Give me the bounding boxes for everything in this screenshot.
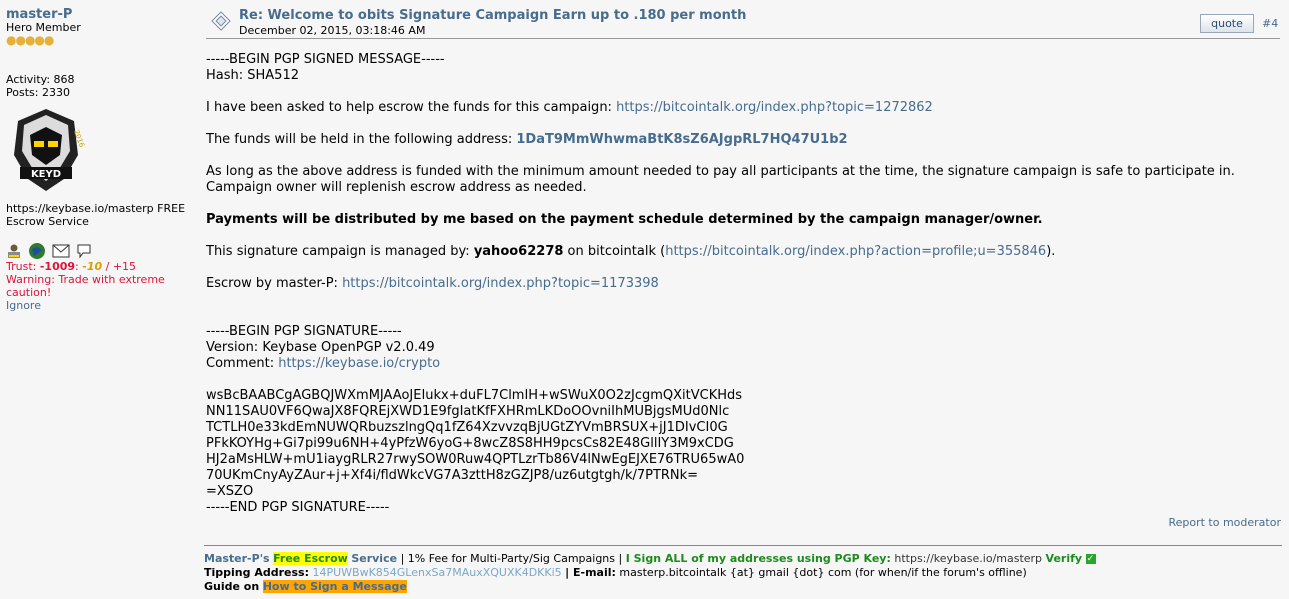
poster-activity: Activity: 868 xyxy=(6,73,75,86)
escrowby-topic-link[interactable]: https://bitcointalk.org/index.php?topic=… xyxy=(342,276,659,291)
funded-line-1: As long as the above address is funded w… xyxy=(206,164,1235,179)
post-topic-icon xyxy=(211,11,231,31)
quote-button[interactable]: quote xyxy=(1200,14,1254,33)
tipping-label: Tipping Address: xyxy=(204,566,309,579)
post-body: -----BEGIN PGP SIGNED MESSAGE----- Hash:… xyxy=(206,52,1280,516)
pgp-sig-line: =XSZO xyxy=(206,484,254,499)
funds-intro: The funds will be held in the following … xyxy=(206,132,513,147)
escrowby-intro: Escrow by master-P: xyxy=(206,276,338,291)
pgp-begin: -----BEGIN PGP SIGNED MESSAGE----- xyxy=(206,52,445,67)
avatar-text: KEYD xyxy=(31,169,61,180)
pgp-version: Version: Keybase OpenPGP v2.0.49 xyxy=(206,340,435,355)
poster-posts: Posts: 2330 xyxy=(6,86,70,99)
profile-icon[interactable] xyxy=(6,243,22,259)
manager-profile-link[interactable]: https://bitcointalk.org/index.php?action… xyxy=(665,244,1046,259)
free-escrow-link[interactable]: Free Escrow xyxy=(273,552,348,565)
trust-warning-cont: caution! xyxy=(6,286,52,299)
post-subject-link[interactable]: Re: Welcome to obits Signature Campaign … xyxy=(239,8,746,23)
verified-check-icon: ✓ xyxy=(1085,554,1096,564)
sig-owner: Master-P's xyxy=(204,552,270,565)
trust-label: Trust: xyxy=(6,260,37,273)
funds-address-link[interactable]: 1DaT9MmWhwmaBtK8sZ6AJgpRL7HQ47U1b2 xyxy=(516,132,847,147)
trust-positive: / +15 xyxy=(105,260,137,273)
trust-separator: : xyxy=(75,260,79,273)
report-to-moderator-link[interactable]: Report to moderator xyxy=(1168,516,1281,529)
sig-verify: Verify xyxy=(1045,552,1083,565)
poster-icons xyxy=(6,242,196,260)
post-number-link[interactable]: #4 xyxy=(1262,17,1278,30)
post-date: December 02, 2015, 03:18:46 AM xyxy=(239,24,426,37)
trust-recent: -10 xyxy=(82,260,103,273)
website-globe-icon[interactable] xyxy=(28,242,46,260)
post: Re: Welcome to obits Signature Campaign … xyxy=(206,8,1280,516)
ignore-link[interactable]: Ignore xyxy=(6,299,41,312)
personal-message-icon[interactable] xyxy=(76,243,92,259)
pgp-sig-line: NN11SAU0VF6QwaJX8FQREjXWD1E9fgIatKfFXHRm… xyxy=(206,404,730,419)
pgp-sig-line: TCTLH0e33kdEmNUWQRbuzszlngQq1fZ64XzvvzqB… xyxy=(206,420,728,435)
managed-end: ). xyxy=(1046,244,1056,259)
email-label: | E-mail: xyxy=(565,566,616,579)
sign-message-guide-link[interactable]: How to Sign a Message xyxy=(262,580,407,593)
tipping-address-link[interactable]: 14PUWBwK854GLenxSa7MAuxXQUXK4DKKi5 xyxy=(312,566,561,579)
managed-mid: on bitcointalk ( xyxy=(567,244,666,259)
poster-name-link[interactable]: master-P xyxy=(6,7,72,22)
email-value: masterp.bitcointalk {at} gmail {dot} com… xyxy=(619,566,1027,579)
pgp-comment: Comment: https://keybase.io/crypto xyxy=(206,356,1280,372)
poster-info: master-P Hero Member ●●●●● Activity: 868… xyxy=(6,8,196,312)
pgp-sig-line: wsBcBAABCgAGBQJWXmMJAAoJEIukx+duFL7ClmIH… xyxy=(206,388,743,403)
trust-negative: -1009 xyxy=(39,260,76,273)
avatar: KEYD 2016 xyxy=(14,109,86,191)
keybase-masterp-link[interactable]: https://keybase.io/masterp xyxy=(894,552,1042,565)
sig-service: Service xyxy=(351,552,398,565)
escrow-topic-link[interactable]: https://bitcointalk.org/index.php?topic=… xyxy=(616,100,933,115)
rank-stars-icon: ●●●●● xyxy=(6,33,54,47)
personal-text-line: Escrow Service xyxy=(6,215,89,228)
pgp-sig-begin: -----BEGIN PGP SIGNATURE----- xyxy=(206,324,402,339)
guide-label: Guide on xyxy=(204,580,260,593)
escrowby-paragraph: Escrow by master-P: https://bitcointalk.… xyxy=(206,276,1280,292)
user-signature: Master-P's Free Escrow Service | 1% Fee … xyxy=(204,545,1282,594)
escrow-paragraph: I have been asked to help escrow the fun… xyxy=(206,100,1280,116)
funds-paragraph: The funds will be held in the following … xyxy=(206,132,1280,148)
personal-text-line: https://keybase.io/masterp FREE xyxy=(6,202,186,215)
sig-fee: | 1% Fee for Multi-Party/Sig Campaigns | xyxy=(400,552,623,565)
managed-intro: This signature campaign is managed by: xyxy=(206,244,470,259)
post-header: Re: Welcome to obits Signature Campaign … xyxy=(206,8,1280,39)
pgp-sig-line: 70UKmCnyAyZAur+j+Xf4i/fldWkcVG7A3zttH8zG… xyxy=(206,468,699,483)
escrow-intro: I have been asked to help escrow the fun… xyxy=(206,100,612,115)
email-icon[interactable] xyxy=(52,244,70,258)
payments-paragraph: Payments will be distributed by me based… xyxy=(206,212,1043,227)
pgp-hash: Hash: SHA512 xyxy=(206,68,299,83)
pgp-sig-line: PFkKOYHg+Gi7pi99u6NH+4yPfzW6yoG+8wcZ8S8H… xyxy=(206,436,734,451)
managed-paragraph: This signature campaign is managed by: y… xyxy=(206,244,1280,260)
pgp-sig-end: -----END PGP SIGNATURE----- xyxy=(206,500,390,515)
trust-warning: Warning: Trade with extreme xyxy=(6,273,165,286)
managed-user: yahoo62278 xyxy=(473,244,564,259)
pgp-comment-intro: Comment: xyxy=(206,356,275,371)
funded-line-2: Campaign owner will replenish escrow add… xyxy=(206,180,587,195)
sig-sign-all: I Sign ALL of my addresses using PGP Key… xyxy=(625,552,891,565)
keybase-crypto-link[interactable]: https://keybase.io/crypto xyxy=(278,356,440,371)
pgp-sig-line: HJ2aMsHLW+mU1iaygRLR27rwySOW0Ruw4QPTLzrT… xyxy=(206,452,745,467)
